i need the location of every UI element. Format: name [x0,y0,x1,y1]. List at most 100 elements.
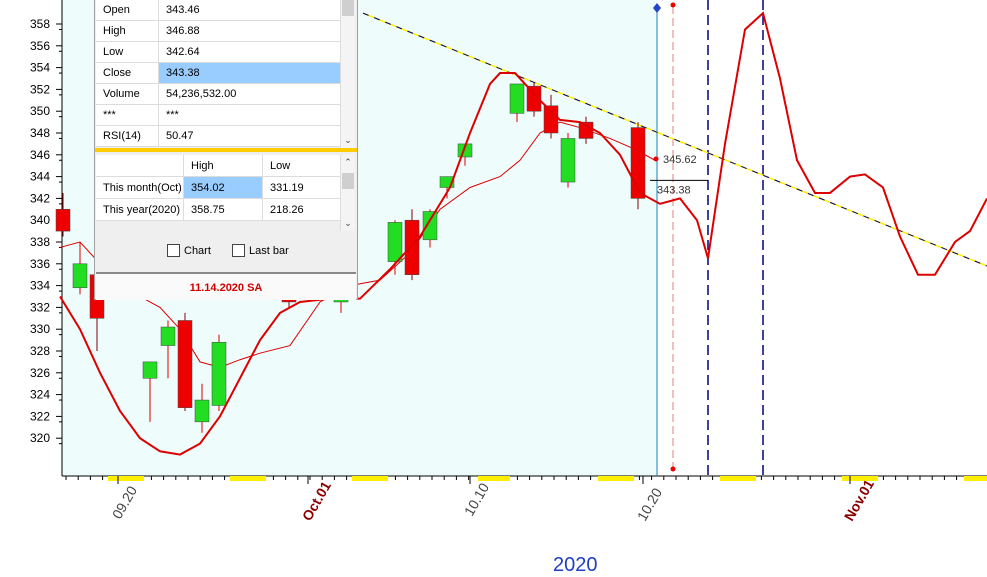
chevron-down-icon[interactable]: ⌄ [341,218,355,229]
options-row: Chart Last bar [95,240,357,262]
info-panel: Open 343.46 High 346.88 Low 342.64 Close 343.38… [94,0,358,300]
y-tick-label: 326 [30,366,50,380]
x-tick-label: 10.10 [461,480,492,519]
checkbox-box[interactable] [167,244,180,257]
y-tick-label: 358 [30,17,50,31]
candle-body [404,219,420,275]
y-tick-label: 350 [30,104,50,118]
y-tick-label: 332 [30,300,50,314]
ohlc-row[interactable]: High 346.88 [96,20,350,42]
y-tick-label: 330 [30,322,50,336]
hl-high-cell: 354.02 [183,176,263,199]
candle-body [194,399,210,423]
candle-body [387,222,403,262]
ohlc-value: 54,236,532.00 [158,83,350,105]
ohlc-row[interactable]: Low 342.64 [96,41,350,63]
price-dot [653,156,659,162]
ohlc-row[interactable]: *** *** [96,104,350,126]
scroll-thumb[interactable] [342,0,354,16]
y-tick-label: 336 [30,257,50,271]
price-label: 343.38 [657,184,691,196]
year-label: 2020 [553,554,598,576]
y-tick-label: 328 [30,344,50,358]
chevron-down-icon[interactable]: ⌄ [341,135,355,146]
last-bar-checkbox-label: Last bar [249,244,289,257]
y-tick-label: 346 [30,148,50,162]
date-label: 11.14.2020 SA [96,272,356,300]
hl-high-cell: 358.75 [183,198,263,221]
ohlc-label: Low [96,41,159,63]
hl-header-row: High Low [96,155,342,177]
candle-body [560,138,576,183]
y-tick-label: 348 [30,126,50,140]
x-tick-label: Nov.01 [841,476,877,523]
x-tick-label: 10.20 [634,485,665,524]
hl-row-label: This month(Oct) [96,176,184,199]
ohlc-row[interactable]: RSI(14) 50.47 [96,125,350,147]
panel-divider [95,148,357,152]
weekend-marker [108,476,144,481]
ohlc-label: RSI(14) [96,125,159,147]
ohlc-value: 346.88 [158,20,350,42]
weekend-marker [352,476,388,481]
high-low-scrollbar[interactable]: ⌃ ⌄ [340,155,355,231]
last-bar-checkbox[interactable]: Last bar [232,244,289,257]
y-tick-label: 324 [30,388,50,402]
ohlc-label: Close [96,62,159,84]
candle-body [142,361,158,379]
red-dot-marker [670,466,676,472]
ohlc-label: *** [96,104,159,126]
chart-checkbox[interactable]: Chart [167,244,211,257]
y-tick-label: 344 [30,170,50,184]
hl-row-label: This year(2020) [96,198,184,221]
y-tick-label: 322 [30,409,50,423]
ohlc-value: 343.46 [158,0,350,21]
ohlc-label: Volume [96,83,159,105]
y-tick-label: 340 [30,213,50,227]
candle-body [55,209,71,232]
chart-checkbox-label: Chart [184,244,211,257]
ohlc-value: 343.38 [158,62,350,84]
checkbox-box[interactable] [232,244,245,257]
x-axis: 09.20 Oct.01 10.10 10.20 Nov.01 [65,476,987,524]
x-tick-label: 09.20 [109,483,140,522]
hl-row[interactable]: This year(2020) 358.75 218.26 [96,198,342,221]
chevron-up-icon[interactable]: ⌃ [341,157,355,168]
y-tick-label: 342 [30,191,50,205]
candle-body [177,320,193,408]
ohlc-label: High [96,20,159,42]
candle-body [160,326,176,346]
ohlc-label: Open [96,0,159,21]
y-tick-label: 338 [30,235,50,249]
ohlc-value: 50.47 [158,125,350,147]
price-label: 345.62 [663,154,697,166]
hl-low-cell: 331.19 [262,176,342,199]
weekend-marker [598,476,634,481]
candle-body [509,83,525,114]
ohlc-table: Open 343.46 High 346.88 Low 342.64 Close 343.38… [96,0,350,147]
hl-low-cell: 218.26 [262,198,342,221]
ohlc-row[interactable]: Volume 54,236,532.00 [96,83,350,105]
candle-body [211,342,227,406]
x-tick-label: Oct.01 [299,478,334,523]
weekend-marker [964,476,987,481]
hl-row[interactable]: This month(Oct) 354.02 331.19 [96,176,342,199]
ohlc-value: *** [158,104,350,126]
ohlc-row[interactable]: Open 343.46 [96,0,350,21]
candle-body [422,211,438,241]
weekend-marker [478,476,510,481]
y-tick-label: 334 [30,279,50,293]
hl-header-cell: High [183,155,263,177]
y-tick-label: 354 [30,61,50,75]
scroll-thumb[interactable] [342,173,354,189]
y-tick-label: 356 [30,39,50,53]
candle-body [72,263,88,289]
ohlc-value: 342.64 [158,41,350,63]
ohlc-row[interactable]: Close 343.38 [96,62,350,84]
ohlc-scrollbar[interactable]: ⌄ [340,0,355,148]
weekend-marker [230,476,266,481]
red-dot-marker [670,2,676,8]
weekend-marker [720,476,756,481]
high-low-table: High Low This month(Oct) 354.02 331.19 This y… [96,155,342,221]
hl-header-blank [96,155,184,177]
